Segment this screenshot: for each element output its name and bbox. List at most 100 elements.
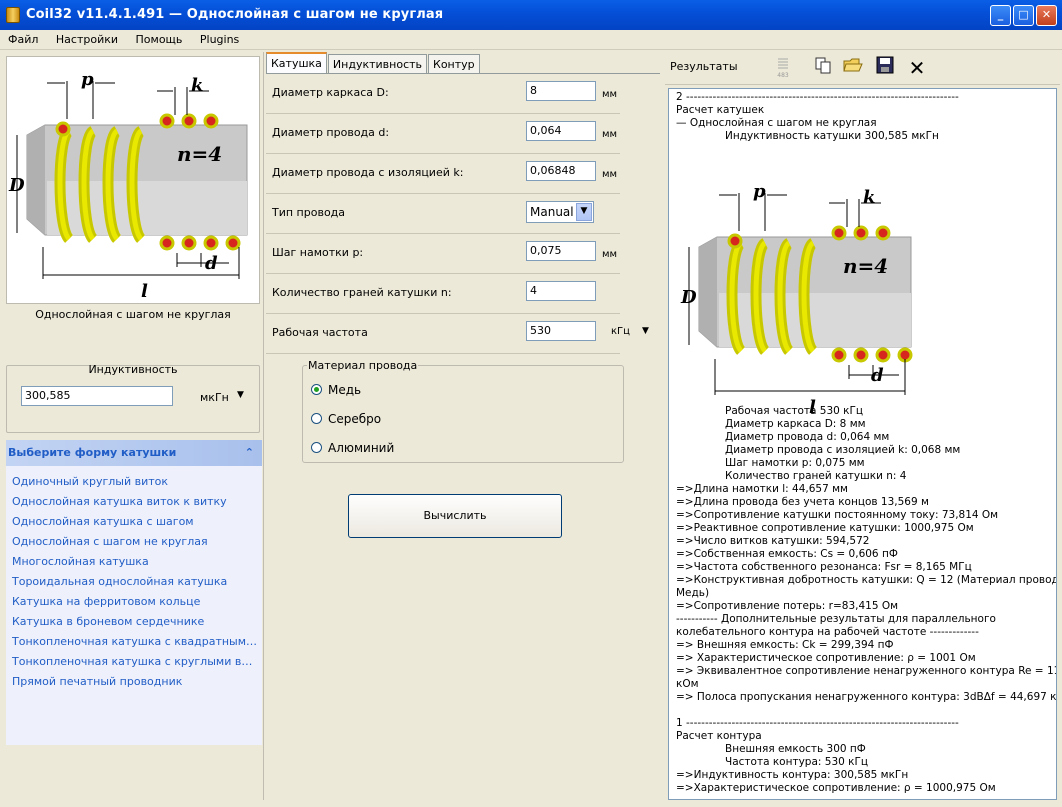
result-line: =>Длина провода без учета концов 13,569 … xyxy=(676,496,929,508)
maximize-button[interactable]: □ xyxy=(1013,5,1034,26)
coil-shape-item[interactable]: Тороидальная однослойная катушка xyxy=(12,572,258,592)
frequency-input[interactable]: 530 xyxy=(526,321,596,341)
sides-input[interactable]: 4 xyxy=(526,281,596,301)
material-aluminium-radio[interactable]: Алюминий xyxy=(311,441,394,455)
result-line: =>Сопротивление потерь: r=83,415 Ом xyxy=(676,600,899,612)
wire-type-select[interactable]: Manual ▼ xyxy=(526,201,594,223)
result-line: => Внешняя емкость: Ck = 299,394 пФ xyxy=(676,639,894,651)
wire-material-label: Материал провода xyxy=(307,359,419,372)
save-icon[interactable] xyxy=(873,56,897,80)
clear-icon[interactable]: ✕ xyxy=(905,56,929,80)
collapse-chevron-icon[interactable]: ⌃ xyxy=(245,446,254,459)
menu-help[interactable]: Помощь xyxy=(128,30,189,46)
insulated-diameter-unit: мм xyxy=(602,169,618,180)
coil-shape-item[interactable]: Тонкопленочная катушка с квадратными вит… xyxy=(12,632,258,652)
coil-shape-item[interactable]: Однослойная с шагом не круглая xyxy=(12,532,258,552)
result-line: Диаметр провода с изоляцией k: 0,068 мм xyxy=(725,444,961,456)
result-line: =>Число витков катушки: 594,572 xyxy=(676,535,870,547)
n-label: n=4 xyxy=(177,142,222,166)
app-icon xyxy=(6,7,20,23)
tab-bar: Катушка Индуктивность Контур xyxy=(266,52,481,73)
pitch-label: Шаг намотки p: xyxy=(272,246,364,259)
material-silver-radio[interactable]: Серебро xyxy=(311,412,381,426)
window-title: Coil32 v11.4.1.491 — Однослойная с шагом… xyxy=(26,7,444,22)
close-button[interactable]: ✕ xyxy=(1036,5,1057,26)
p-label: p xyxy=(81,69,94,90)
chevron-down-icon[interactable]: ▼ xyxy=(576,203,592,221)
frequency-unit-dropdown-icon[interactable]: ▼ xyxy=(642,326,649,336)
result-line: Шаг намотки p: 0,075 мм xyxy=(725,457,865,469)
coil-shape-panel: Выберите форму катушки ⌃ Одиночный кругл… xyxy=(6,440,262,745)
coil-form: Диаметр каркаса D: 8 мм Диаметр провода … xyxy=(266,73,660,803)
result-line: Медь) xyxy=(676,587,710,599)
coil-shape-item[interactable]: Тонкопленочная катушка с круглыми виткам… xyxy=(12,652,258,672)
result-line: Частота контура: 530 кГц xyxy=(725,756,869,768)
result-line: Индуктивность катушки 300,585 мкГн xyxy=(725,130,939,142)
coil-shape-item[interactable]: Катушка на ферритовом кольце xyxy=(12,592,258,612)
results-panel: Результаты 483 ✕ 2 ---------------------… xyxy=(665,52,1060,800)
result-line: => Эквивалентное сопротивление ненагруже… xyxy=(676,665,1057,677)
coil-shape-item[interactable]: Одиночный круглый виток xyxy=(12,472,258,492)
copy-icon[interactable] xyxy=(811,56,835,80)
coil-diagram-caption: Однослойная с шагом не круглая xyxy=(35,308,231,321)
result-line: Расчет катушек xyxy=(676,104,765,116)
wire-diameter-unit: мм xyxy=(602,129,618,140)
results-toolbar: Результаты 483 ✕ xyxy=(665,52,1060,85)
frequency-label: Рабочая частота xyxy=(272,326,368,339)
wire-diameter-label: Диаметр провода d: xyxy=(272,126,390,139)
result-line: Расчет контура xyxy=(676,730,762,742)
result-line: Внешняя емкость 300 пФ xyxy=(725,743,866,755)
wire-type-label: Тип провода xyxy=(272,206,346,219)
inductance-input[interactable]: 300,585 xyxy=(21,386,173,406)
radio-icon xyxy=(311,413,322,424)
wire-material-group: Материал провода Медь Серебро Алюминий xyxy=(302,359,624,463)
k-label: k xyxy=(863,187,875,208)
material-copper-label: Медь xyxy=(328,383,362,397)
result-line: =>Частота собственного резонанса: Fsr = … xyxy=(676,561,972,573)
result-line: =>Сопротивление катушки постоянному току… xyxy=(676,509,999,521)
coil-diagram-image[interactable]: n=4 D p k d l xyxy=(6,56,260,304)
tab-circuit[interactable]: Контур xyxy=(428,54,480,73)
tab-coil[interactable]: Катушка xyxy=(266,52,327,73)
material-aluminium-label: Алюминий xyxy=(328,441,395,455)
result-line: — Однослойная с шагом не круглая xyxy=(676,117,877,129)
results-label: Результаты xyxy=(670,60,738,73)
minimize-button[interactable]: _ xyxy=(990,5,1011,26)
n-label: n=4 xyxy=(843,254,888,278)
coil-shape-item[interactable]: Однослойная катушка виток к витку xyxy=(12,492,258,512)
tab-inductance[interactable]: Индуктивность xyxy=(327,54,428,73)
inductance-panel: Индуктивность 300,585 мкГн ▼ xyxy=(6,363,260,433)
coil-shape-item[interactable]: Катушка в броневом сердечнике xyxy=(12,612,258,632)
result-line: ----------- Дополнительные результаты дл… xyxy=(676,613,996,625)
coil-shape-list: Одиночный круглый виток Однослойная кату… xyxy=(6,466,262,692)
counter-text: 483 xyxy=(777,72,789,78)
counter-icon[interactable]: 483 xyxy=(771,56,795,80)
coil-shape-item[interactable]: Многослойная катушка xyxy=(12,552,258,572)
results-text-area[interactable]: 2 --------------------------------------… xyxy=(668,88,1057,800)
results-coil-diagram: n=4 D p k d l xyxy=(680,181,913,418)
menu-settings[interactable]: Настройки xyxy=(48,30,124,46)
result-line: =>Индуктивность контура: 300,585 мкГн xyxy=(676,769,909,781)
result-line: Количество граней катушки n: 4 xyxy=(725,470,907,482)
calculate-button[interactable]: Вычислить xyxy=(348,494,562,538)
menu-plugins[interactable]: Plugins xyxy=(192,30,245,46)
title-bar: Coil32 v11.4.1.491 — Однослойная с шагом… xyxy=(0,0,1062,30)
form-row-wire-type: Тип провода Manual ▼ xyxy=(266,194,620,234)
material-silver-label: Серебро xyxy=(328,412,382,426)
open-folder-icon[interactable] xyxy=(841,56,865,80)
coil-shape-header[interactable]: Выберите форму катушки ⌃ xyxy=(6,440,262,466)
wire-diameter-input[interactable]: 0,064 xyxy=(526,121,596,141)
menu-bar: Файл Настройки Помощь Plugins xyxy=(0,30,1062,50)
coil-shape-header-label: Выберите форму катушки xyxy=(8,446,177,459)
form-row-wire-diameter: Диаметр провода d: 0,064 мм xyxy=(266,114,620,154)
wire-type-value: Manual xyxy=(530,205,574,219)
unit-dropdown-arrow-icon[interactable]: ▼ xyxy=(237,390,244,400)
menu-file[interactable]: Файл xyxy=(0,30,44,46)
k-label: k xyxy=(191,75,203,96)
insulated-diameter-input[interactable]: 0,06848 xyxy=(526,161,596,181)
material-copper-radio[interactable]: Медь xyxy=(311,383,361,397)
former-diameter-input[interactable]: 8 xyxy=(526,81,596,101)
pitch-input[interactable]: 0,075 xyxy=(526,241,596,261)
coil-shape-item[interactable]: Прямой печатный проводник xyxy=(12,672,258,692)
coil-shape-item[interactable]: Однослойная катушка с шагом xyxy=(12,512,258,532)
